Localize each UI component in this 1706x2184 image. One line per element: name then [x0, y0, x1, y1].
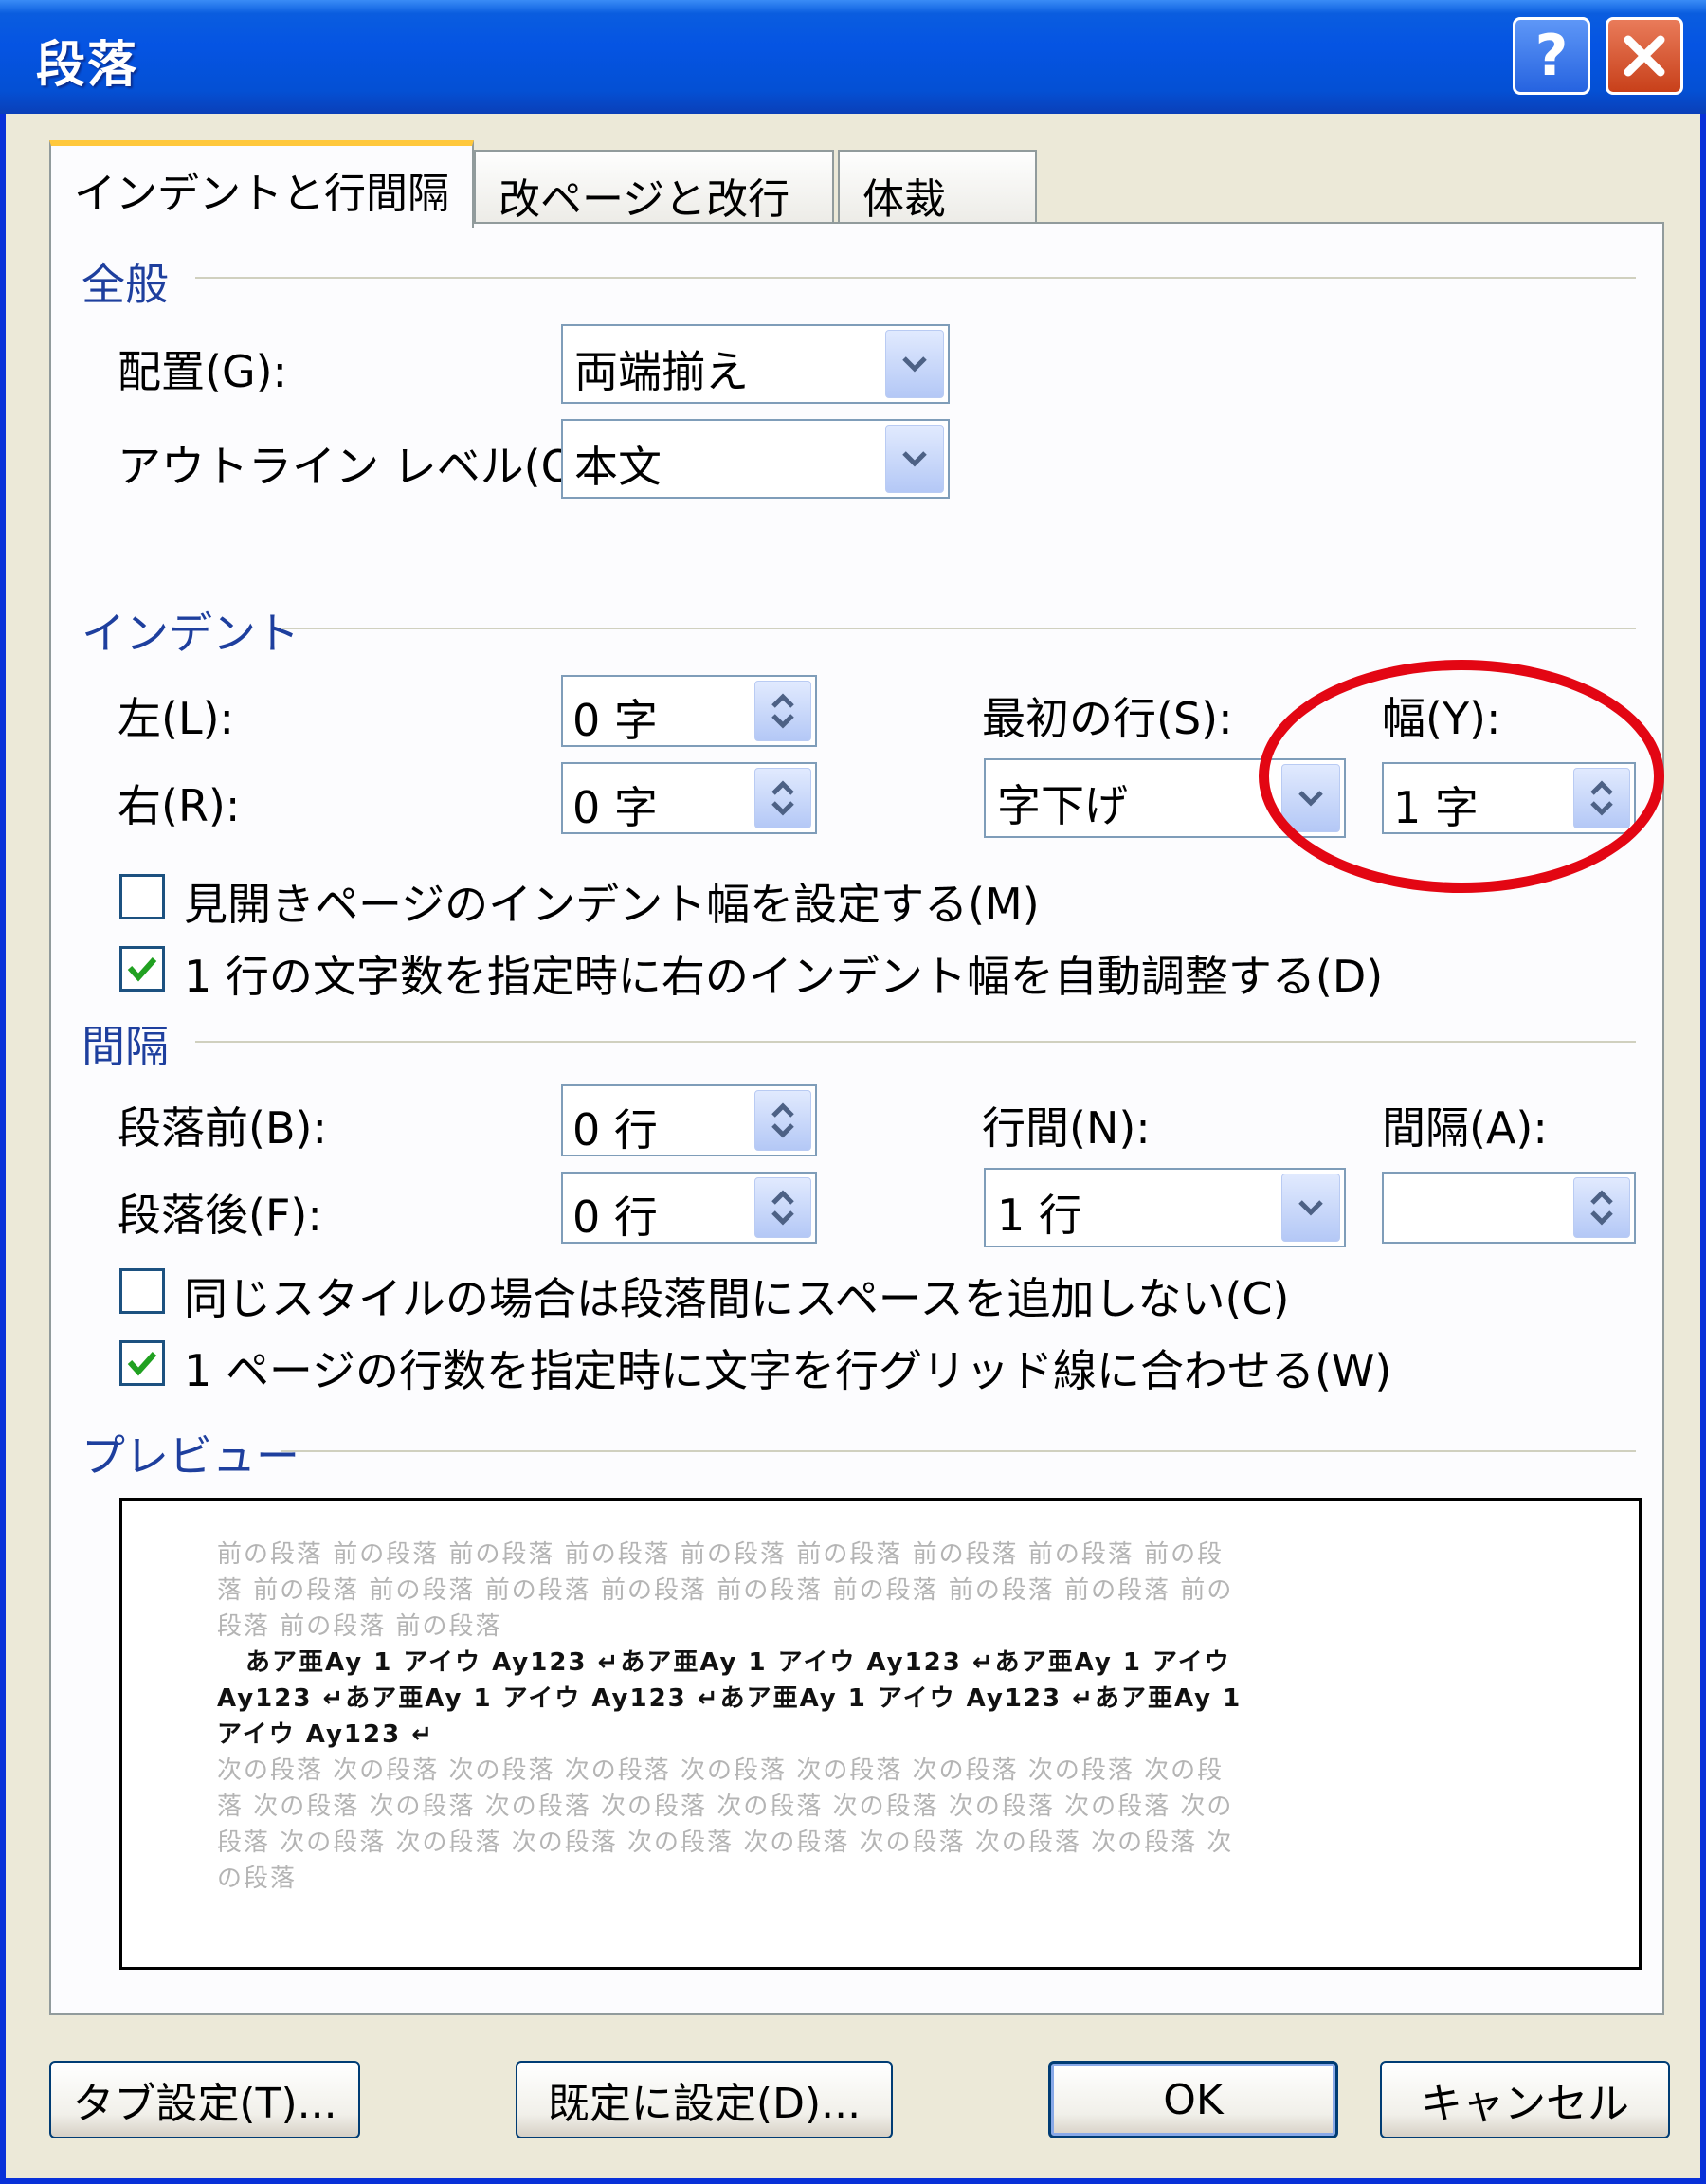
- checkbox-box[interactable]: [119, 1268, 165, 1314]
- first-line-label: 最初の行(S):: [982, 693, 1233, 744]
- alignment-dropdown[interactable]: 両端揃え: [561, 324, 950, 404]
- chevron-down-icon: [1298, 1200, 1323, 1216]
- preview-line: 段落 次の段落 次の段落 次の段落 次の段落 次の段落 次の段落 次の段落 次の…: [217, 1829, 1234, 1857]
- space-before-value: 0 行: [572, 1104, 658, 1156]
- section-indent-heading: インデント: [82, 608, 299, 659]
- line-spacing-dropdown-button[interactable]: [1281, 1174, 1340, 1242]
- annotation-circle: [1259, 660, 1664, 893]
- spacing-at-spin-buttons[interactable]: [1573, 1177, 1630, 1238]
- indent-right-spin-buttons[interactable]: [754, 768, 811, 828]
- section-general-heading: 全般: [82, 259, 169, 310]
- outline-level-label: アウトライン レベル(O):: [118, 441, 608, 492]
- line-spacing-dropdown[interactable]: 1 行: [984, 1168, 1346, 1247]
- preview-line: の段落: [217, 1865, 298, 1893]
- chevron-down-icon: [902, 451, 927, 467]
- preview-line: 落 次の段落 次の段落 次の段落 次の段落 次の段落 次の段落 次の段落 次の段…: [217, 1793, 1234, 1821]
- checkbox-box[interactable]: [119, 1340, 165, 1386]
- spacing-at-label: 間隔(A):: [1382, 1102, 1548, 1154]
- tabs-settings-button[interactable]: タブ設定(T)...: [49, 2061, 360, 2138]
- section-indent-divider: [281, 628, 1636, 629]
- preview-line: 段落 前の段落 前の段落: [217, 1612, 502, 1641]
- space-after-label: 段落後(F):: [118, 1190, 322, 1241]
- window-title: 段落: [36, 37, 139, 94]
- checkmark-icon: [127, 956, 157, 982]
- alignment-value: 両端揃え: [574, 346, 749, 397]
- indent-right-value: 0 字: [572, 782, 658, 833]
- tab-indent-spacing[interactable]: インデントと行間隔: [49, 140, 474, 228]
- line-spacing-label: 行間(N):: [982, 1102, 1151, 1154]
- tab-typography[interactable]: 体裁: [838, 150, 1037, 226]
- section-spacing-divider: [195, 1041, 1636, 1043]
- ok-button[interactable]: OK: [1048, 2061, 1338, 2138]
- space-before-label: 段落前(B):: [118, 1102, 327, 1154]
- set-as-default-button[interactable]: 既定に設定(D)...: [516, 2061, 893, 2138]
- no-space-same-style-label: 同じスタイルの場合は段落間にスペースを追加しない(C): [184, 1273, 1290, 1324]
- chevron-down-icon: [902, 356, 927, 373]
- indent-left-label: 左(L):: [118, 693, 235, 744]
- section-spacing-heading: 間隔: [82, 1021, 169, 1072]
- outline-level-dropdown[interactable]: 本文: [561, 419, 950, 499]
- space-before-spinner[interactable]: 0 行: [561, 1084, 817, 1156]
- indent-right-spinner[interactable]: 0 字: [561, 762, 817, 834]
- close-button[interactable]: [1606, 17, 1683, 95]
- cancel-button[interactable]: キャンセル: [1380, 2061, 1670, 2138]
- preview-line: アイウ Ay123 ↵: [217, 1720, 435, 1749]
- outline-level-dropdown-button[interactable]: [885, 425, 944, 493]
- section-preview-divider: [281, 1450, 1636, 1452]
- tab-page-breaks[interactable]: 改ページと改行: [474, 150, 834, 226]
- preview-line: 落 前の段落 前の段落 前の段落 前の段落 前の段落 前の段落 前の段落 前の段…: [217, 1576, 1234, 1605]
- indent-left-spinner[interactable]: 0 字: [561, 675, 817, 747]
- section-preview-heading: プレビュー: [82, 1430, 299, 1482]
- alignment-label: 配置(G):: [118, 346, 288, 397]
- space-before-spin-buttons[interactable]: [754, 1090, 811, 1151]
- mirror-indents-label: 見開きページのインデント幅を設定する(M): [184, 879, 1040, 930]
- indent-right-label: 右(R):: [118, 780, 241, 831]
- alignment-dropdown-button[interactable]: [885, 330, 944, 398]
- outline-level-value: 本文: [574, 441, 662, 492]
- checkbox-box[interactable]: [119, 874, 165, 919]
- spin-arrows-icon: [1590, 1190, 1613, 1226]
- preview-line: Ay123 ↵あア亜Ay 1 アイウ Ay123 ↵あア亜Ay 1 アイウ Ay…: [217, 1684, 1243, 1713]
- paragraph-preview: 前の段落 前の段落 前の段落 前の段落 前の段落 前の段落 前の段落 前の段落 …: [119, 1498, 1642, 1970]
- space-after-value: 0 行: [572, 1192, 658, 1243]
- auto-adjust-indent-label: 1 行の文字数を指定時に右のインデント幅を自動調整する(D): [184, 951, 1384, 1002]
- space-after-spin-buttons[interactable]: [754, 1177, 811, 1238]
- line-spacing-value: 1 行: [997, 1190, 1082, 1241]
- space-after-spinner[interactable]: 0 行: [561, 1172, 817, 1244]
- help-button[interactable]: ?: [1513, 17, 1590, 95]
- spin-arrows-icon: [771, 1102, 794, 1138]
- spin-arrows-icon: [771, 693, 794, 729]
- indent-left-spin-buttons[interactable]: [754, 681, 811, 741]
- close-icon: [1624, 35, 1665, 77]
- section-general-divider: [195, 277, 1636, 279]
- spacing-at-spinner[interactable]: [1382, 1172, 1636, 1244]
- preview-line: 次の段落 次の段落 次の段落 次の段落 次の段落 次の段落 次の段落 次の段落 …: [217, 1756, 1225, 1785]
- snap-to-grid-label: 1 ページの行数を指定時に文字を行グリッド線に合わせる(W): [184, 1345, 1392, 1396]
- first-line-value: 字下げ: [997, 780, 1128, 831]
- preview-line: あア亜Ay 1 アイウ Ay123 ↵あア亜Ay 1 アイウ Ay123 ↵あア…: [245, 1648, 1231, 1677]
- spin-arrows-icon: [771, 1190, 794, 1226]
- indent-left-value: 0 字: [572, 695, 658, 746]
- spin-arrows-icon: [771, 780, 794, 816]
- paragraph-dialog: 段落 ? インデントと行間隔 改ページと改行 体裁 全般 配置(G): 両端揃え…: [0, 0, 1706, 2184]
- preview-line: 前の段落 前の段落 前の段落 前の段落 前の段落 前の段落 前の段落 前の段落 …: [217, 1540, 1225, 1569]
- checkmark-icon: [127, 1351, 157, 1376]
- title-bar: 段落 ?: [0, 0, 1706, 114]
- checkbox-box[interactable]: [119, 946, 165, 992]
